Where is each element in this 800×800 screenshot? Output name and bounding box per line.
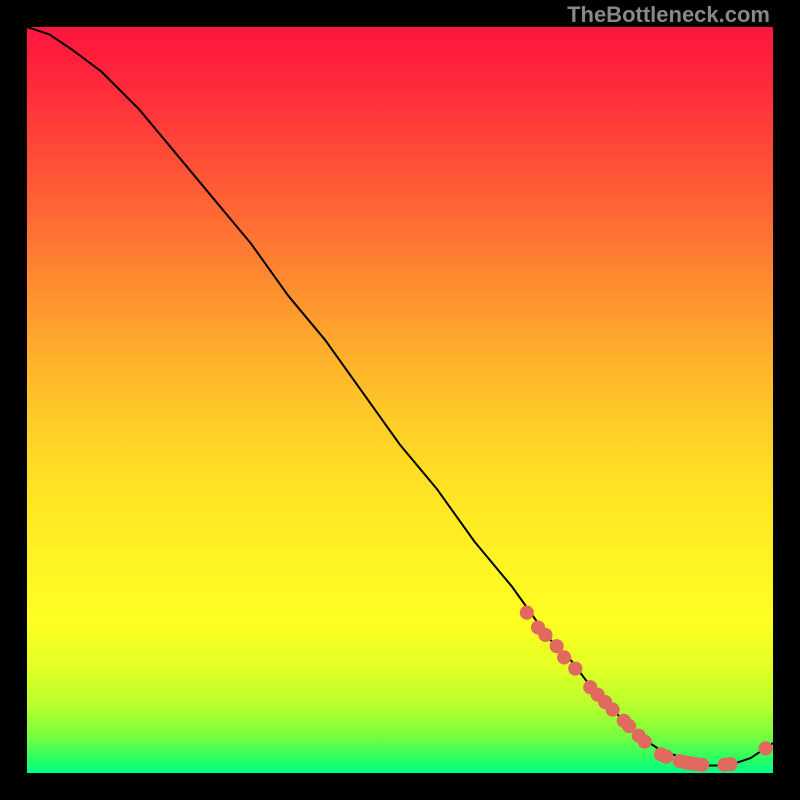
plot-area [27, 27, 773, 773]
chart-stage: TheBottleneck.com [0, 0, 800, 800]
data-point [758, 741, 772, 755]
data-point [538, 628, 552, 642]
data-point [659, 750, 673, 764]
chart-svg [27, 27, 773, 773]
data-point [568, 661, 582, 675]
watermark-text: TheBottleneck.com [567, 2, 770, 28]
data-point [723, 757, 737, 771]
data-point [606, 703, 620, 717]
data-point [520, 606, 534, 620]
bottleneck-curve [27, 27, 773, 766]
data-point [557, 650, 571, 664]
data-point-markers [520, 606, 773, 772]
data-point [638, 735, 652, 749]
data-point [695, 758, 709, 772]
